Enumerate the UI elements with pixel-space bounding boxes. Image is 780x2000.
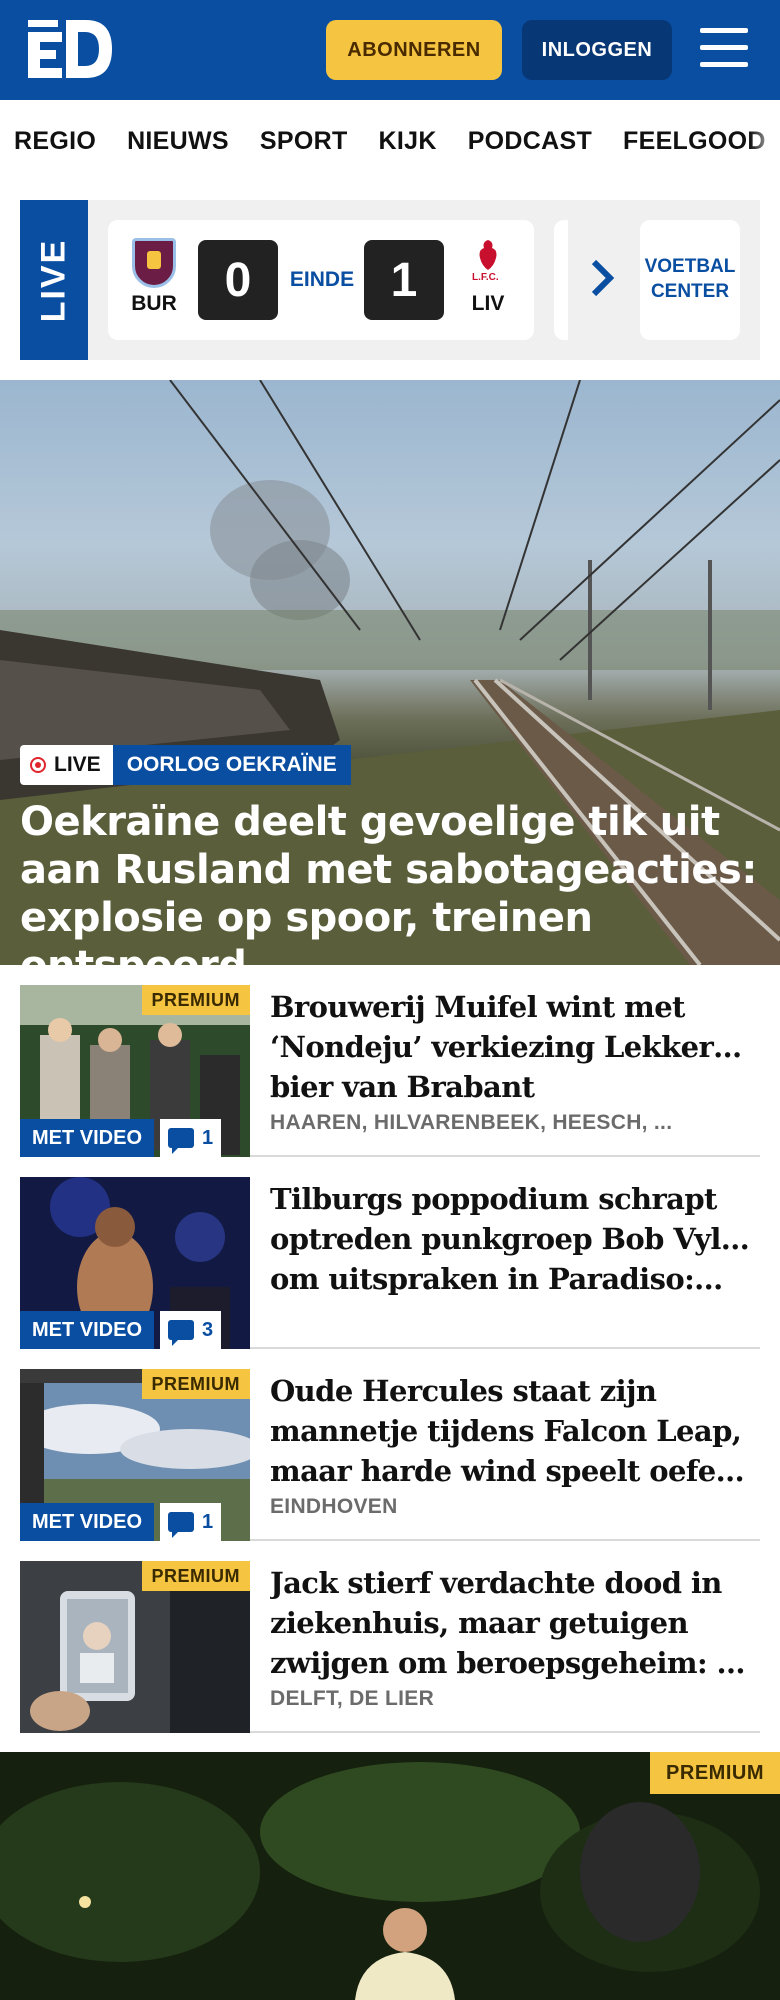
away-score: 1: [364, 240, 444, 320]
article-thumbnail: PREMIUM MET VIDEO 1: [20, 985, 250, 1157]
match-status: EINDE: [289, 268, 355, 291]
video-badge: MET VIDEO: [20, 1119, 155, 1157]
subscribe-button[interactable]: ABONNEREN: [326, 20, 502, 80]
hero-badges: LIVE OORLOG OEKRAÏNE: [20, 745, 351, 785]
premium-badge: PREMIUM: [141, 1561, 250, 1591]
hero-title[interactable]: Oekraïne deelt gevoelige tik uit aan Rus…: [20, 798, 770, 965]
liverbird-icon: [479, 240, 497, 270]
home-team-abbr: BUR: [131, 292, 177, 315]
article-thumbnail: PREMIUM: [20, 1561, 250, 1733]
article-item-3[interactable]: PREMIUM MET VIDEO 1 Oude Hercules staat …: [20, 1369, 760, 1541]
comment-count[interactable]: 1: [160, 1503, 222, 1541]
hero-article[interactable]: LIVE OORLOG OEKRAÏNE Oekraïne deelt gevo…: [0, 380, 780, 965]
live-badge: LIVE: [20, 745, 113, 785]
nav-fade: [750, 100, 780, 182]
category-badge[interactable]: OORLOG OEKRAÏNE: [112, 745, 351, 785]
video-badge: MET VIDEO: [20, 1311, 155, 1349]
video-badge: MET VIDEO: [20, 1503, 155, 1541]
live-label: LIVE: [20, 200, 88, 360]
article-thumbnail: PREMIUM MET VIDEO 1: [20, 1369, 250, 1541]
hamburger-menu-icon[interactable]: [700, 28, 750, 72]
away-team-abbr: LIV: [471, 292, 505, 315]
login-button[interactable]: INLOGGEN: [522, 20, 672, 80]
home-score: 0: [198, 240, 278, 320]
article-location: EINDHOVEN: [270, 1495, 398, 1518]
nav-item-kijk[interactable]: KIJK: [379, 127, 437, 156]
comment-count[interactable]: 1: [160, 1119, 222, 1157]
premium-badge: PREMIUM: [141, 1369, 250, 1399]
article-title[interactable]: Brouwerij Muifel wint met ‘Nondeju’ verk…: [270, 987, 750, 1107]
nav-item-podcast[interactable]: PODCAST: [468, 127, 592, 156]
article-location: DELFT, DE LIER: [270, 1687, 435, 1710]
away-crest-text: L.F.C.: [472, 272, 499, 283]
article-item-2[interactable]: MET VIDEO 3 Tilburgs poppodium schrapt o…: [20, 1177, 760, 1349]
top-header: ABONNEREN INLOGGEN: [0, 0, 780, 100]
comment-icon: [168, 1320, 194, 1346]
premium-badge: PREMIUM: [141, 985, 250, 1015]
burnley-crest-icon: [132, 238, 176, 288]
article-item-4[interactable]: PREMIUM Jack stierf verdachte dood in zi…: [20, 1561, 760, 1733]
nav-item-nieuws[interactable]: NIEUWS: [127, 127, 229, 156]
premium-badge: PREMIUM: [650, 1752, 780, 1794]
article-location: HAAREN, HILVARENBEEK, HEESCH, ...: [270, 1111, 673, 1134]
away-team: L.F.C. LIV: [460, 238, 516, 316]
comment-icon: [168, 1128, 194, 1154]
comment-count[interactable]: 3: [160, 1311, 222, 1349]
ed-logo[interactable]: [28, 18, 118, 80]
nav-item-regio[interactable]: REGIO: [14, 127, 96, 156]
next-match-card[interactable]: [554, 220, 568, 340]
voetbal-center-button[interactable]: VOETBAL CENTER: [640, 220, 740, 340]
bottom-hero-article[interactable]: PREMIUM: [0, 1752, 780, 2000]
match-card[interactable]: BUR 0 EINDE 1 L.F.C. LIV: [108, 220, 534, 340]
article-title[interactable]: Oude Hercules staat zijn mannetje tijden…: [270, 1371, 750, 1491]
live-dot-icon: [30, 757, 46, 773]
liverpool-crest-icon: L.F.C.: [466, 238, 510, 288]
comment-icon: [168, 1512, 194, 1538]
article-thumbnail: MET VIDEO 3: [20, 1177, 250, 1349]
live-scoreboard: LIVE BUR 0 EINDE 1 L.F.C. LIV VOETBAL CE…: [20, 200, 760, 360]
nav-item-sport[interactable]: SPORT: [260, 127, 348, 156]
article-title[interactable]: Jack stierf verdachte dood in ziekenhuis…: [270, 1563, 750, 1683]
home-team: BUR: [126, 238, 182, 316]
section-nav: REGIO NIEUWS SPORT KIJK PODCAST FEELGOOD…: [0, 100, 780, 182]
article-item-1[interactable]: PREMIUM MET VIDEO 1 Brouwerij Muifel win…: [20, 985, 760, 1157]
ed-logo-mark: [28, 20, 112, 78]
chevron-right-icon[interactable]: [590, 258, 620, 298]
nav-item-feelgood[interactable]: FEELGOOD: [623, 127, 766, 156]
article-title[interactable]: Tilburgs poppodium schrapt optreden punk…: [270, 1179, 750, 1299]
